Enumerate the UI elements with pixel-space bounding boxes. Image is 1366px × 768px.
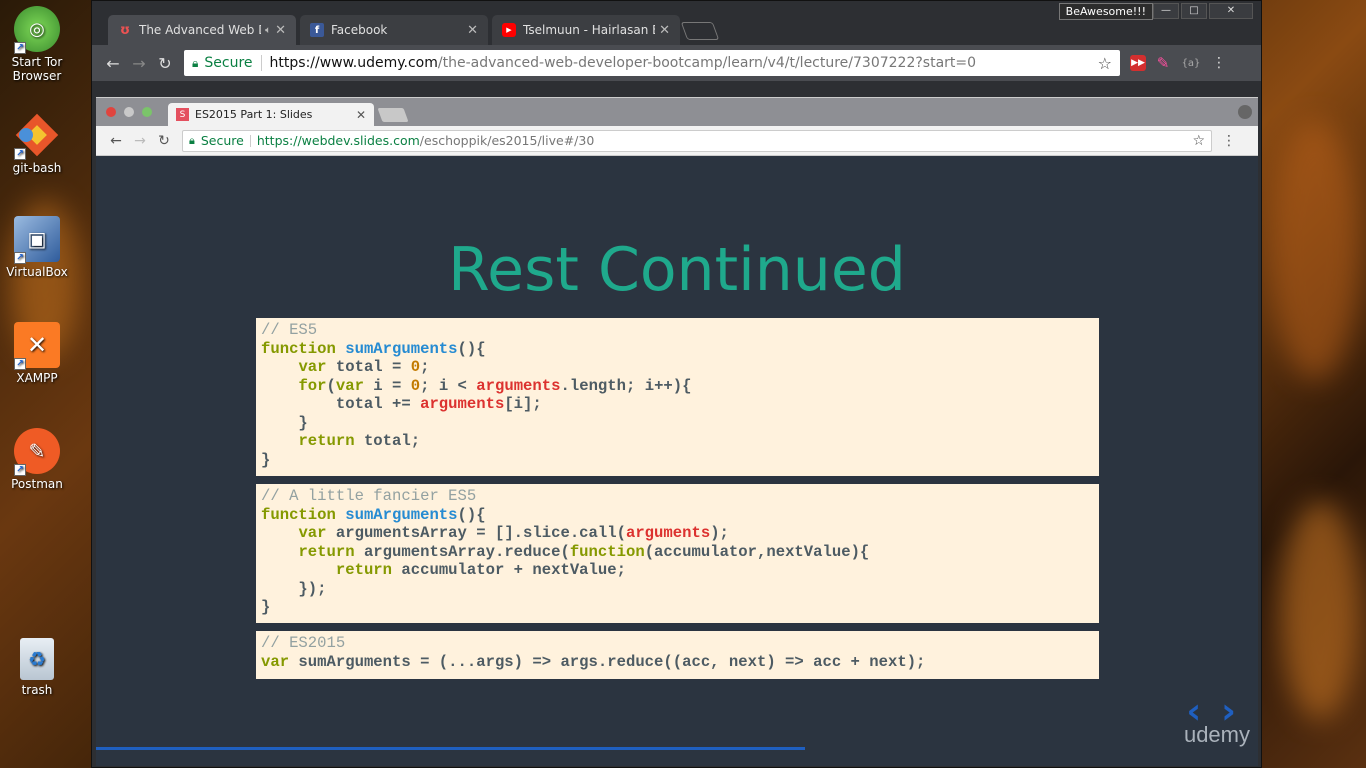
forward-icon[interactable]: → (126, 54, 152, 73)
desktop-icon-postman[interactable]: ✎ ↗ Postman (6, 428, 68, 491)
back-icon[interactable]: ← (104, 133, 128, 149)
inner-toolbar: ← → ↻ 🔒︎ Secure https://webdev.slides.co… (96, 126, 1258, 156)
desktop-icon-label: git-bash (12, 161, 62, 175)
tab-udemy[interactable]: ʊ The Advanced Web D 🔈︎ ✕ (108, 15, 296, 45)
wallpaper (1270, 120, 1360, 380)
close-dot[interactable] (106, 107, 116, 117)
xampp-icon: ✕ ↗ (14, 322, 60, 370)
tab-label: ES2015 Part 1: Slides (195, 108, 313, 121)
code-comment: // ES5 (261, 321, 318, 339)
desktop-icon-label: trash (21, 683, 53, 697)
desktop-icon-label: XAMPP (16, 371, 58, 385)
inner-tab-bar: S ES2015 Part 1: Slides ✕ (96, 98, 1258, 126)
lock-icon: 🔒︎ (189, 133, 195, 147)
tab-label: The Advanced Web D (139, 23, 262, 37)
postman-icon: ✎ ↗ (14, 428, 60, 476)
inner-address-bar[interactable]: 🔒︎ Secure https://webdev.slides.com/esch… (182, 129, 1212, 152)
close-tab-icon[interactable]: ✕ (659, 23, 670, 38)
forward-icon[interactable]: → (128, 133, 152, 149)
secure-label: Secure (204, 55, 253, 71)
reload-icon[interactable]: ↻ (152, 133, 176, 149)
new-tab-button[interactable] (680, 22, 720, 40)
desktop-icon-label: Postman (11, 477, 63, 491)
secure-label: Secure (200, 133, 244, 148)
minimize-dot[interactable] (124, 107, 134, 117)
close-tab-icon[interactable]: ✕ (356, 108, 366, 122)
url-path: /the-advanced-web-developer-bootcamp/lea… (437, 55, 977, 71)
speaker-icon[interactable]: 🔈︎ (265, 25, 271, 36)
code-block-fancier-es5: // A little fancier ES5 function sumArgu… (256, 484, 1099, 623)
bookmark-star-icon[interactable]: ☆ (1192, 133, 1205, 149)
slide-title: Rest Continued (448, 235, 906, 305)
close-tab-icon[interactable]: ✕ (467, 23, 478, 38)
tab-label: Tselmuun - Hairlasan Bol (523, 23, 655, 37)
code-comment: // ES2015 (261, 634, 346, 652)
virtualbox-icon: ▣ ↗ (14, 216, 60, 264)
desktop-icon-label: VirtualBox (6, 265, 68, 279)
new-tab-button[interactable] (377, 108, 409, 122)
maximize-button[interactable]: □ (1181, 3, 1207, 19)
desktop-icon-xampp[interactable]: ✕ ↗ XAMPP (6, 322, 68, 385)
bookmark-star-icon[interactable]: ☆ (1098, 54, 1112, 73)
slide-progress-bar (96, 747, 805, 750)
extension-braces-icon[interactable]: {a} (1180, 52, 1202, 74)
minimize-button[interactable]: — (1153, 3, 1179, 19)
git-bash-icon: ↗ (14, 112, 60, 160)
code-block-es2015: // ES2015 var sumArguments = (...args) =… (256, 631, 1099, 679)
youtube-favicon: ▶ (502, 23, 516, 37)
udemy-logo: udemy (1183, 722, 1250, 747)
url-path: /eschoppik/es2015/live#/30 (419, 133, 595, 148)
extension-red-icon[interactable]: ▶▶ (1130, 55, 1146, 71)
wallpaper (1280, 500, 1360, 720)
desktop-icon-trash[interactable]: ♻ trash (6, 638, 68, 697)
desktop-icon-tor-browser[interactable]: ◎ ↗ Start Tor Browser (6, 6, 68, 83)
reload-icon[interactable]: ↻ (152, 54, 178, 73)
back-icon[interactable]: ← (100, 54, 126, 73)
tor-browser-icon: ◎ ↗ (14, 6, 60, 54)
tab-youtube[interactable]: ▶ Tselmuun - Hairlasan Bol ✕ (492, 15, 680, 45)
profile-badge[interactable]: BeAwesome!!! (1058, 3, 1153, 20)
inner-browser-window: S ES2015 Part 1: Slides ✕ ← → ↻ 🔒︎ Secur… (96, 97, 1258, 766)
desktop-icon-git-bash[interactable]: ↗ git-bash (6, 112, 68, 175)
code-block-es5: // ES5 function sumArguments(){ var tota… (256, 318, 1099, 476)
recycle-bin-icon: ♻ (20, 638, 54, 680)
zoom-dot[interactable] (142, 107, 152, 117)
browser-toolbar: ← → ↻ 🔒︎ Secure https://www.udemy.com/th… (92, 45, 1261, 81)
profile-icon[interactable] (1238, 105, 1252, 119)
divider (260, 55, 262, 71)
extension-feather-icon[interactable]: ✎ (1152, 52, 1174, 74)
tab-strip: ʊ The Advanced Web D 🔈︎ ✕ f Facebook ✕ ▶… (108, 15, 720, 45)
udemy-favicon: ʊ (119, 22, 131, 38)
facebook-favicon: f (310, 23, 324, 37)
divider (249, 134, 251, 147)
menu-icon[interactable]: ⋮ (1212, 55, 1226, 71)
url-host: https://www.udemy.com (269, 55, 438, 71)
menu-icon[interactable]: ⋮ (1222, 133, 1236, 149)
desktop-icon-virtualbox[interactable]: ▣ ↗ VirtualBox (6, 216, 68, 279)
tab-facebook[interactable]: f Facebook ✕ (300, 15, 488, 45)
window-controls: — □ ✕ (1153, 3, 1253, 19)
inner-tab-slides[interactable]: S ES2015 Part 1: Slides ✕ (168, 103, 374, 126)
tab-label: Facebook (331, 23, 388, 37)
address-bar[interactable]: 🔒︎ Secure https://www.udemy.com/the-adva… (184, 50, 1120, 76)
code-comment: // A little fancier ES5 (261, 487, 477, 505)
outer-browser-window: BeAwesome!!! — □ ✕ ʊ The Advanced Web D … (91, 0, 1262, 768)
close-window-button[interactable]: ✕ (1209, 3, 1253, 19)
close-tab-icon[interactable]: ✕ (275, 23, 286, 38)
desktop-icon-label: Start Tor Browser (11, 55, 63, 83)
slide: Rest Continued // ES5 function sumArgume… (96, 157, 1258, 766)
url-host: https://webdev.slides.com (256, 133, 420, 148)
lock-icon: 🔒︎ (192, 55, 199, 70)
slides-favicon: S (176, 108, 189, 121)
